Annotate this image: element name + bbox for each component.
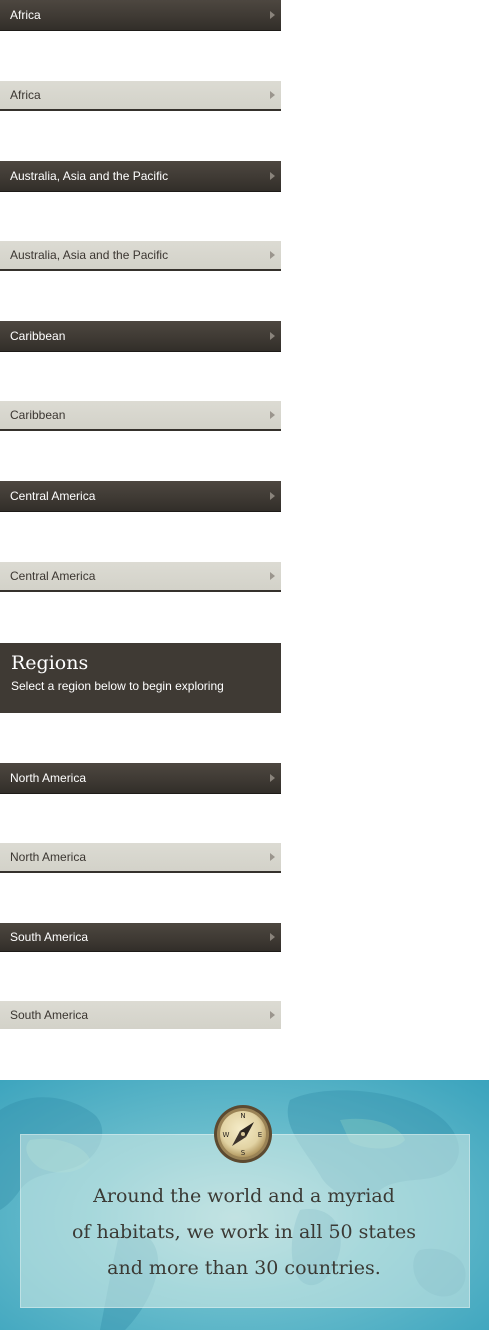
region-button-label: South America: [10, 1008, 89, 1022]
region-button-label: Caribbean: [10, 329, 66, 343]
chevron-right-icon: [270, 853, 275, 861]
svg-text:N: N: [240, 1112, 245, 1120]
chevron-right-icon: [270, 11, 275, 19]
svg-text:W: W: [223, 1131, 230, 1139]
world-banner: N S E W Around the world and a myriad of…: [0, 1080, 489, 1330]
region-button-south-america-light[interactable]: South America: [0, 1001, 281, 1029]
region-button-label: North America: [10, 771, 87, 785]
region-button-central-america-dark[interactable]: Central America: [0, 481, 281, 512]
chevron-right-icon: [270, 91, 275, 99]
region-button-label: Africa: [10, 8, 41, 22]
chevron-right-icon: [270, 251, 275, 259]
region-button-south-america-dark[interactable]: South America: [0, 923, 281, 952]
banner-line-3: and more than 30 countries.: [107, 1257, 381, 1279]
chevron-right-icon: [270, 492, 275, 500]
region-button-label: Australia, Asia and the Pacific: [10, 248, 169, 262]
region-button-label: Australia, Asia and the Pacific: [10, 169, 169, 183]
region-button-caribbean-light[interactable]: Caribbean: [0, 401, 281, 431]
chevron-right-icon: [270, 572, 275, 580]
region-button-label: South America: [10, 930, 89, 944]
chevron-right-icon: [270, 774, 275, 782]
chevron-right-icon: [270, 1011, 275, 1019]
compass-icon: N S E W: [214, 1105, 272, 1163]
svg-text:S: S: [241, 1149, 246, 1157]
region-button-label: Central America: [10, 569, 96, 583]
chevron-right-icon: [270, 332, 275, 340]
region-button-label: Caribbean: [10, 408, 66, 422]
chevron-right-icon: [270, 172, 275, 180]
region-button-africa-dark[interactable]: Africa: [0, 0, 281, 31]
regions-title: Regions: [11, 652, 89, 674]
chevron-right-icon: [270, 411, 275, 419]
svg-text:E: E: [258, 1131, 262, 1139]
region-button-caribbean-dark[interactable]: Caribbean: [0, 321, 281, 352]
region-button-north-america-light[interactable]: North America: [0, 843, 281, 873]
region-button-label: Central America: [10, 489, 96, 503]
chevron-right-icon: [270, 933, 275, 941]
banner-line-2: of habitats, we work in all 50 states: [71, 1221, 417, 1243]
region-button-australia-light[interactable]: Australia, Asia and the Pacific: [0, 241, 281, 271]
region-button-label: North America: [10, 850, 87, 864]
regions-subtitle: Select a region below to begin exploring: [11, 679, 224, 693]
region-button-central-america-light[interactable]: Central America: [0, 562, 281, 592]
banner-line-1: Around the world and a myriad: [93, 1185, 395, 1207]
region-button-australia-dark[interactable]: Australia, Asia and the Pacific: [0, 161, 281, 192]
region-button-africa-light[interactable]: Africa: [0, 81, 281, 111]
region-button-north-america-dark[interactable]: North America: [0, 763, 281, 794]
region-button-label: Africa: [10, 88, 41, 102]
banner-text: Around the world and a myriad of habitat…: [20, 1178, 468, 1286]
regions-header: Regions Select a region below to begin e…: [0, 643, 281, 713]
